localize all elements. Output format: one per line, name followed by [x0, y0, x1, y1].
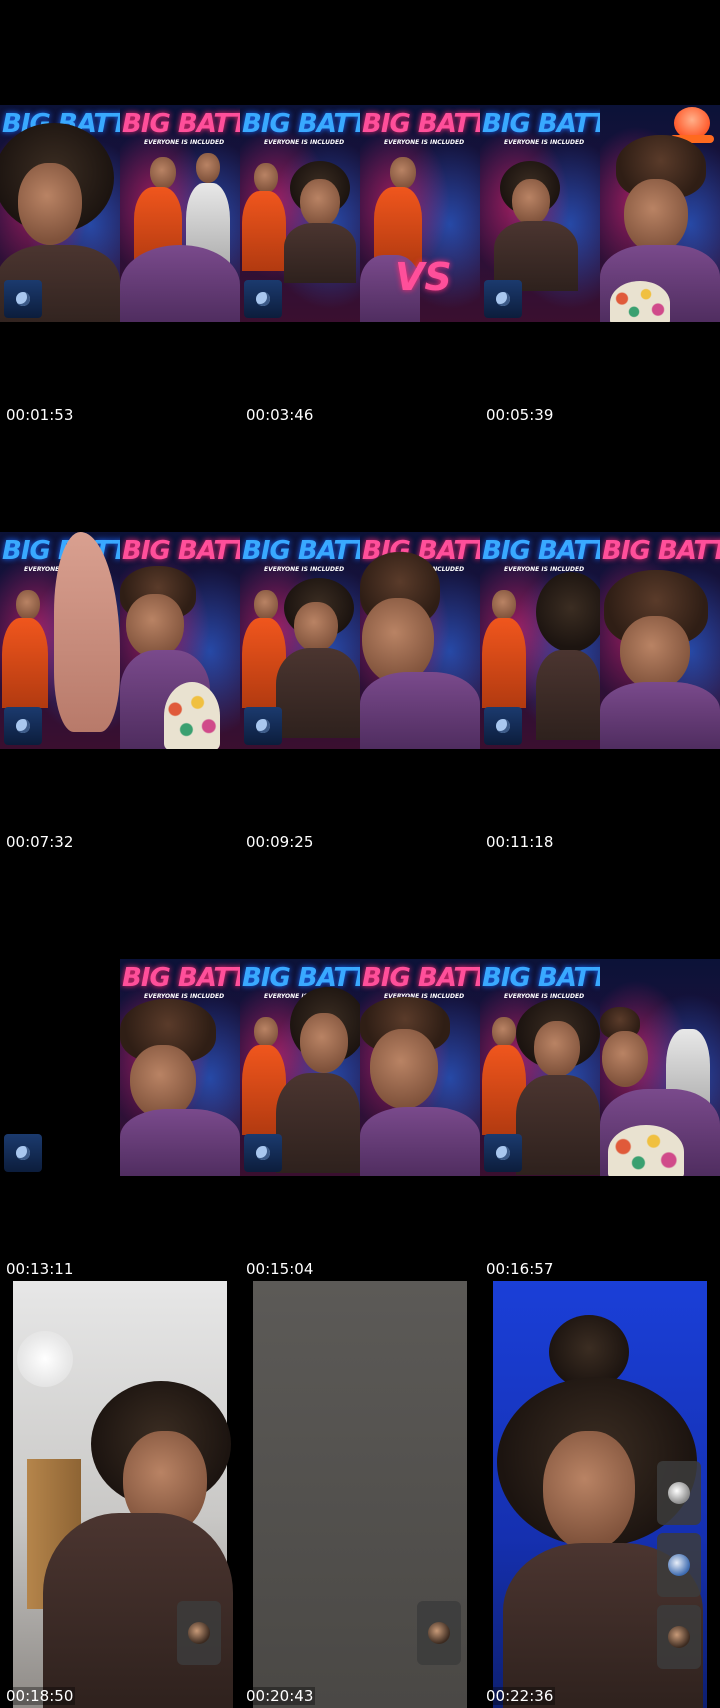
guest-avatar[interactable]: [4, 280, 42, 318]
thumbnail-tile[interactable]: BIG BATTLE EVERYONE IS INCLUDED BIG BATT…: [240, 0, 480, 427]
timestamp: 00:03:46: [244, 406, 316, 424]
guest-avatar[interactable]: [244, 1134, 282, 1172]
timestamp: 00:13:11: [4, 1260, 76, 1278]
battle-stream: BIG BATTLE EVERYONE IS INCLUDED BIG BATT…: [480, 532, 720, 749]
opponent-video: BIG BATTLE: [120, 532, 240, 749]
poster-title: BIG BATTLE: [362, 963, 480, 993]
thumbnail-tile[interactable]: BIG BATTLE EVERYONE IS INCLUDED 00:05:39: [480, 0, 720, 427]
host-video: BIG BATTLE EVERYONE IS INCLUDED: [0, 532, 120, 749]
poster-tagline: EVERYONE IS INCLUDED: [504, 139, 585, 146]
host-video: BIG BATTLE EVERYONE IS INCLUDED: [480, 959, 600, 1176]
thumbnail-tile[interactable]: BIG BATTLE EVERYONE IS INCLUDED BIG BATT…: [240, 854, 480, 1281]
thumbnail-tile[interactable]: BIG BATTLE EVERYONE IS INCLUDED 00:16:57: [480, 854, 720, 1281]
timestamp: 00:16:57: [484, 1260, 556, 1278]
thumbnail-tile[interactable]: BIG BATTLE EVERYONE IS INCLUDED BIG BATT…: [240, 427, 480, 854]
guest-avatar[interactable]: [657, 1461, 701, 1525]
poster-title: BIG BATTLE: [362, 109, 480, 139]
thumbnail-tile[interactable]: 00:20:43: [240, 1281, 480, 1708]
poster-title: BIG BATTLE: [602, 536, 720, 566]
live-video: [253, 1281, 467, 1708]
timestamp: 00:18:50: [4, 1687, 76, 1705]
guest-avatar[interactable]: [657, 1533, 701, 1597]
guest-avatar[interactable]: [244, 707, 282, 745]
battle-stream: BIG BATTLE BIG BATTLE EVERYONE IS INCLUD…: [0, 105, 240, 322]
guest-avatar[interactable]: [484, 707, 522, 745]
battle-stream: BIG BATTLE EVERYONE IS INCLUDED: [480, 105, 720, 322]
opponent-video: BIG BATTLE EVERYONE IS INCLUDED VS: [360, 105, 480, 322]
opponent-video: [600, 105, 720, 322]
timestamp: 00:20:43: [244, 1687, 316, 1705]
battle-stream: BIG BATTLE EVERYONE IS INCLUDED BIG BATT…: [240, 959, 480, 1176]
opponent-video: BIG BATTLE EVERYONE IS INCLUDED: [360, 532, 480, 749]
host-video: BIG BATTLE EVERYONE IS INCLUDED: [480, 105, 600, 322]
host-video: BIG BATTLE: [0, 105, 120, 322]
live-video: [493, 1281, 707, 1708]
thumbnail-tile[interactable]: 00:22:36: [480, 1281, 720, 1708]
poster-title: BIG BATTLE: [482, 963, 600, 993]
poster-title: BIG BATTLE: [242, 536, 360, 566]
poster-title: BIG BATTLE: [242, 963, 360, 993]
timestamp: 00:15:04: [244, 1260, 316, 1278]
host-video: BIG BATTLE EVERYONE IS INCLUDED: [240, 959, 360, 1176]
opponent-video: BIG BATTLE EVERYONE IS INCLUDED: [120, 959, 240, 1176]
timestamp: 00:09:25: [244, 833, 316, 851]
poster-title: BIG BATTLE: [482, 109, 600, 139]
thumbnail-tile[interactable]: 00:18:50: [0, 1281, 240, 1708]
host-video: BIG BATTLE EVERYONE IS INCLUDED: [240, 105, 360, 322]
poster-title: BIG BATTLE: [122, 109, 240, 139]
guest-avatar[interactable]: [4, 707, 42, 745]
poster-title: BIG BATTLE: [242, 109, 360, 139]
thumbnail-tile[interactable]: BIG BATTLE EVERYONE IS INCLUDED 00:13:11: [0, 854, 240, 1281]
timestamp: 00:07:32: [4, 833, 76, 851]
battle-stream: BIG BATTLE EVERYONE IS INCLUDED: [0, 959, 240, 1176]
guest-avatar[interactable]: [417, 1601, 461, 1665]
opponent-video: [600, 959, 720, 1176]
vs-label: VS: [395, 255, 452, 299]
guest-avatar[interactable]: [657, 1605, 701, 1669]
timestamp: 00:05:39: [484, 406, 556, 424]
thumbnail-tile[interactable]: BIG BATTLE BIG BATTLE EVERYONE IS INCLUD…: [0, 0, 240, 427]
poster-tagline: EVERYONE IS INCLUDED: [264, 139, 345, 146]
live-video: [13, 1281, 233, 1708]
thumbnail-tile[interactable]: BIG BATTLE EVERYONE IS INCLUDED BIG BATT…: [0, 427, 240, 854]
battle-stream: BIG BATTLE EVERYONE IS INCLUDED BIG BATT…: [240, 105, 480, 322]
timestamp: 00:22:36: [484, 1687, 556, 1705]
poster-tagline: EVERYONE IS INCLUDED: [384, 139, 465, 146]
poster-title: BIG BATTLE: [482, 536, 600, 566]
thumbnail-tile[interactable]: BIG BATTLE EVERYONE IS INCLUDED BIG BATT…: [480, 427, 720, 854]
poster-title: BIG BATTLE: [122, 963, 240, 993]
guest-avatar[interactable]: [484, 280, 522, 318]
host-video: BIG BATTLE EVERYONE IS INCLUDED: [240, 532, 360, 749]
host-video: [0, 959, 120, 1176]
battle-stream: BIG BATTLE EVERYONE IS INCLUDED BIG BATT…: [0, 532, 240, 749]
opponent-video: BIG BATTLE EVERYONE IS INCLUDED: [360, 959, 480, 1176]
host-video: BIG BATTLE EVERYONE IS INCLUDED: [480, 532, 600, 749]
poster-tagline: EVERYONE IS INCLUDED: [144, 139, 225, 146]
poster-tagline: EVERYONE IS INCLUDED: [264, 566, 345, 573]
guest-avatar[interactable]: [244, 280, 282, 318]
poster-tagline: EVERYONE IS INCLUDED: [504, 993, 585, 1000]
guest-avatar[interactable]: [484, 1134, 522, 1172]
opponent-video: BIG BATTLE: [600, 532, 720, 749]
poster-title: BIG BATTLE: [122, 536, 240, 566]
opponent-video: BIG BATTLE EVERYONE IS INCLUDED: [120, 105, 240, 322]
timestamp: 00:01:53: [4, 406, 76, 424]
timestamp: 00:11:18: [484, 833, 556, 851]
guest-avatar[interactable]: [4, 1134, 42, 1172]
battle-stream: BIG BATTLE EVERYONE IS INCLUDED BIG BATT…: [240, 532, 480, 749]
guest-avatar[interactable]: [177, 1601, 221, 1665]
battle-stream: BIG BATTLE EVERYONE IS INCLUDED: [480, 959, 720, 1176]
